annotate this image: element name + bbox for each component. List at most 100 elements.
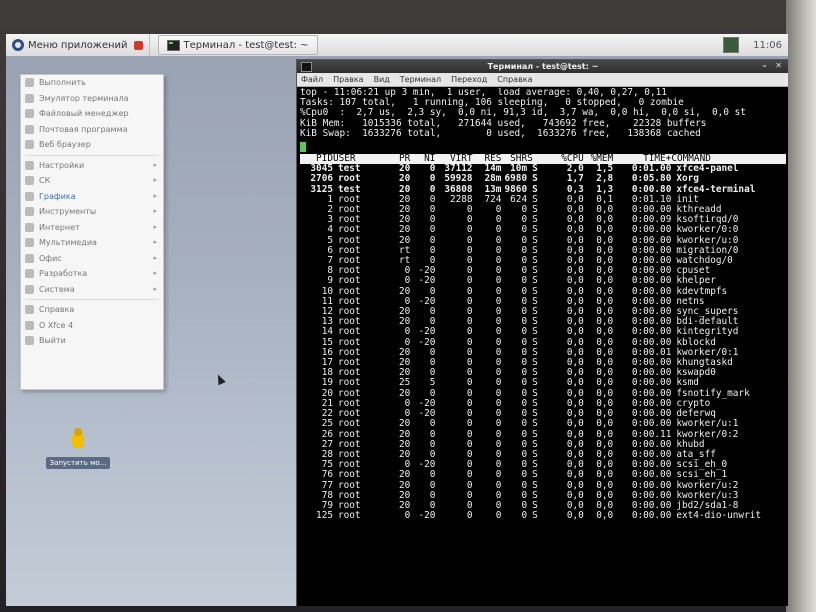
process-cell: 0 [521, 469, 528, 481]
terminal-menu-item[interactable]: Справка [497, 75, 532, 84]
app-menu-item[interactable]: СК ▸ [21, 173, 163, 189]
process-cell: S [532, 214, 538, 226]
tray-monitor-icon[interactable] [723, 37, 740, 53]
app-menu-item[interactable]: Выйти [21, 333, 163, 349]
window-controls[interactable]: – ✕ [763, 61, 786, 70]
process-table: PID USER PR NI VIRT RES SHR S %CPU %MEM TIME+ COMMA… [300, 153, 786, 522]
process-cell: 25 [321, 418, 333, 430]
app-menu-item-label: О Xfce 4 [39, 320, 74, 330]
close-panel-icon[interactable] [133, 40, 143, 50]
process-cell: S [532, 265, 538, 277]
app-menu-item[interactable]: Справка [21, 302, 163, 318]
submenu-arrow-icon: ▸ [153, 253, 157, 262]
process-cell: scsi_eh_1 [676, 469, 728, 481]
process-cell: S [532, 346, 538, 358]
app-menu-item-label: Графика [39, 191, 76, 201]
process-row[interactable]: 25 root 20 0 0 0 0 S 0,0 0,0 0:00.00 kworker/u:1 [300, 419, 786, 429]
terminal-output[interactable]: top - 11:06:21 up 3 min, 1 user, load av… [300, 88, 786, 606]
terminal-titlebar[interactable]: Терминал - test@test: ~ – ✕ [297, 60, 788, 73]
office-icon [25, 253, 34, 263]
process-cell: 125 [316, 510, 333, 522]
xfce-logo-icon [12, 39, 24, 51]
app-menu-item[interactable]: Настройки ▸ [21, 158, 163, 174]
terminal-window-icon [301, 62, 312, 72]
process-cell: S [532, 357, 538, 369]
process-cell: 0 [495, 418, 502, 430]
taskbar-terminal-button[interactable]: Терминал - test@test: ~ [157, 35, 318, 55]
info-icon [25, 320, 34, 330]
process-row[interactable]: 18 root 20 0 0 0 0 S 0,0 0,0 0:00.00 kswapd0 [300, 368, 786, 378]
process-row[interactable]: 26 root 20 0 0 0 0 S 0,0 0,0 0:00.11 kworker/0:2 [300, 429, 786, 440]
app-menu-item[interactable]: Интернет ▸ [21, 220, 163, 236]
process-row[interactable]: 76 root 20 0 0 0 0 S 0,0 0,0 0:00.00 scsi_eh_1 [300, 470, 786, 480]
desktop-launcher[interactable]: Запустить мо... [38, 428, 118, 469]
monitor-frame-edge [786, 0, 816, 612]
app-menu-item[interactable]: Разработка ▸ [21, 266, 163, 282]
process-cell: S [532, 397, 538, 409]
process-cell: root [337, 418, 361, 430]
app-menu-item-label: Справка [39, 305, 75, 315]
app-menu-item[interactable]: О Xfce 4 [21, 318, 163, 334]
process-cell: S [532, 244, 538, 256]
terminal-title: Терминал - test@test: ~ [487, 62, 599, 71]
app-menu-item-label: Разработка [39, 269, 88, 279]
process-row[interactable]: 7 root rt 0 0 0 0 S 0,0 0,0 0:00.00 watchdog/0 [300, 255, 786, 267]
process-cell: S [532, 173, 538, 185]
summary-line: KiB Swap: 1633276 total, 0 used, 1633276… [300, 127, 701, 139]
process-cell: S [532, 306, 538, 318]
terminal-window[interactable]: Терминал - test@test: ~ – ✕ Файл Правка Ви… [296, 59, 788, 606]
terminal-menu-item[interactable]: Вид [374, 75, 390, 84]
mail-icon [25, 124, 34, 134]
app-menu-item[interactable]: Файловый менеджер [21, 106, 163, 122]
mouse-cursor-icon [214, 372, 226, 386]
process-row[interactable]: 3125 test 20 0 36808 13m 9860 S 0,3 1,3 0:00.80 xfc… [300, 183, 786, 195]
process-row[interactable]: 125 root 0 -20 0 0 0 S 0,0 0,0 0:00.00 ext4-dio-unw… [300, 510, 786, 522]
process-cell: 0 [429, 418, 436, 430]
process-row[interactable]: 20 root 20 0 0 0 0 S 0,0 0,0 0:00.00 fsnotify_mark [300, 388, 786, 399]
app-menu-item-label: Интернет [39, 222, 80, 232]
tools-icon [25, 207, 34, 217]
app-menu-item-label: Система [39, 284, 75, 294]
process-cell: root [337, 510, 361, 522]
submenu-arrow-icon: ▸ [153, 284, 157, 293]
process-cell: S [532, 224, 538, 236]
app-menu-item-label: Офис [39, 253, 62, 263]
app-menu-item[interactable]: Выполнить [21, 75, 163, 91]
app-menu-item[interactable]: Почтовая программа [21, 122, 163, 138]
process-cell: 0 [466, 510, 473, 522]
app-menu-button[interactable]: Меню приложений [6, 34, 150, 56]
app-menu-item[interactable]: Эмулятор терминала [21, 91, 163, 107]
terminal-menu-item[interactable]: Переход [451, 75, 487, 84]
submenu-arrow-icon: ▸ [153, 238, 157, 246]
process-row[interactable]: 3045 test 20 0 37112 14m 10m S 2,0 1,5 0:01.00 xfce… [300, 164, 786, 174]
process-cell: 0 [466, 418, 473, 430]
logout-icon [25, 336, 34, 346]
multimedia-icon [25, 238, 34, 248]
process-cell: 20 [398, 469, 411, 481]
terminal-menu-item[interactable]: Правка [333, 75, 363, 84]
app-menu-item-label: СК [39, 176, 51, 186]
process-cell: S [532, 255, 538, 267]
app-menu-item[interactable]: Мультимедиа ▸ [21, 235, 163, 251]
panel-clock[interactable]: 11:06 [753, 40, 788, 51]
app-menu-item[interactable]: Графика ▸ [21, 189, 163, 205]
app-menu-item-label: Выполнить [39, 78, 86, 88]
process-cell: 0,0 [596, 418, 614, 430]
terminal-menu-item[interactable]: Терминал [400, 75, 441, 84]
process-cell: 0 [521, 510, 528, 522]
process-row[interactable]: 10 root 20 0 0 0 0 S 0,0 0,0 0:00.00 kdevtmpfs [300, 286, 786, 297]
graphics-icon [25, 191, 34, 201]
top-summary: top - 11:06:21 up 3 min, 1 user, load av… [300, 88, 786, 139]
penguin-icon [69, 428, 87, 450]
system-icon [25, 176, 34, 186]
app-menu-item[interactable]: Офис ▸ [21, 251, 163, 267]
terminal-menu-item[interactable]: Файл [301, 75, 323, 84]
process-cell: 0:00.00 [631, 418, 672, 430]
process-cell: S [532, 418, 538, 430]
app-menu-item[interactable]: Система ▸ [21, 282, 163, 298]
process-cell: S [532, 183, 538, 195]
app-menu-item[interactable]: Веб браузер [21, 137, 163, 153]
process-cell: S [532, 295, 538, 307]
terminal-menubar: Файл Правка Вид Терминал Переход Справка [297, 73, 788, 87]
app-menu-item[interactable]: Инструменты ▸ [21, 204, 163, 220]
